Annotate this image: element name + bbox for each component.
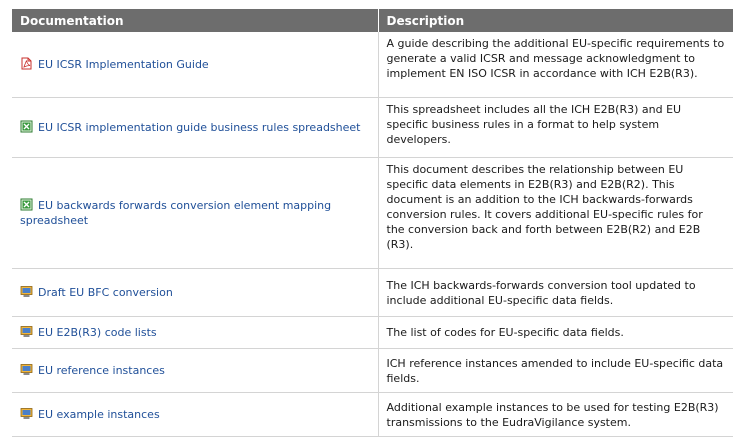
description-cell: A guide describing the additional EU-spe… <box>378 32 733 98</box>
description-line: document is an addition to the ICH backw… <box>387 192 733 207</box>
table-row: EU ICSR Implementation Guide A guide des… <box>12 32 733 98</box>
description-line: transmissions to the EudraVigilance syst… <box>387 415 733 430</box>
documentation-cell: EU E2B(R3) code lists <box>12 317 378 349</box>
documentation-cell: EU backwards forwards conversion element… <box>12 158 378 269</box>
description-line: ICH reference instances amended to inclu… <box>387 356 733 371</box>
doc-link-conversion-mapping-spreadsheet[interactable]: EU backwards forwards conversion element… <box>20 199 331 227</box>
documentation-cell: EU ICSR Implementation Guide <box>12 32 378 98</box>
table-row: EU backwards forwards conversion element… <box>12 158 733 269</box>
description-cell: The ICH backwards-forwards conversion to… <box>378 269 733 317</box>
table-row: Draft EU BFC conversion The ICH backward… <box>12 269 733 317</box>
table-row: EU E2B(R3) code lists The list of codes … <box>12 317 733 349</box>
doc-link-eu-icsr-implementation-guide[interactable]: EU ICSR Implementation Guide <box>38 58 209 71</box>
excel-icon <box>20 120 33 133</box>
computer-icon <box>20 363 33 376</box>
description-line: specific business rules in a format to h… <box>387 117 733 132</box>
doc-link-eu-example-instances[interactable]: EU example instances <box>38 408 160 421</box>
description-line: A guide describing the additional EU-spe… <box>387 36 733 51</box>
description-line: (R3). <box>387 237 733 252</box>
documentation-table: Documentation Description EU ICSR Implem… <box>12 9 733 437</box>
documentation-cell: EU example instances <box>12 393 378 437</box>
doc-link-eu-e2b-code-lists[interactable]: EU E2B(R3) code lists <box>38 326 157 339</box>
pdf-icon <box>20 57 33 70</box>
computer-icon <box>20 285 33 298</box>
description-cell: This document describes the relationship… <box>378 158 733 269</box>
description-cell: Additional example instances to be used … <box>378 393 733 437</box>
description-line: generate a valid ICSR and message acknow… <box>387 51 733 66</box>
description-line: conversion rules. It covers additional E… <box>387 207 733 222</box>
excel-icon <box>20 198 33 211</box>
table-row: EU example instances Additional example … <box>12 393 733 437</box>
description-line: include additional EU-specific data fiel… <box>387 293 733 308</box>
description-line: The list of codes for EU-specific data f… <box>387 325 733 340</box>
computer-icon <box>20 325 33 338</box>
description-line: specific data elements in E2B(R3) and E2… <box>387 177 733 192</box>
description-line: developers. <box>387 132 733 147</box>
description-line: The ICH backwards-forwards conversion to… <box>387 278 733 293</box>
description-line: implement EN ISO ICSR in accordance with… <box>387 66 733 81</box>
description-column-header: Description <box>378 9 733 32</box>
doc-link-eu-reference-instances[interactable]: EU reference instances <box>38 364 165 377</box>
description-cell: The list of codes for EU-specific data f… <box>378 317 733 349</box>
doc-link-business-rules-spreadsheet[interactable]: EU ICSR implementation guide business ru… <box>38 121 360 134</box>
documentation-cell: EU reference instances <box>12 349 378 393</box>
description-line: fields. <box>387 371 733 386</box>
computer-icon <box>20 407 33 420</box>
description-line: Additional example instances to be used … <box>387 400 733 415</box>
table-header-row: Documentation Description <box>12 9 733 32</box>
description-cell: ICH reference instances amended to inclu… <box>378 349 733 393</box>
documentation-cell: EU ICSR implementation guide business ru… <box>12 98 378 158</box>
documentation-column-header: Documentation <box>12 9 378 32</box>
documentation-cell: Draft EU BFC conversion <box>12 269 378 317</box>
description-line: the conversion back and forth between E2… <box>387 222 733 237</box>
table-row: EU reference instances ICH reference ins… <box>12 349 733 393</box>
doc-link-draft-eu-bfc-conversion[interactable]: Draft EU BFC conversion <box>38 286 173 299</box>
table-row: EU ICSR implementation guide business ru… <box>12 98 733 158</box>
description-line: This spreadsheet includes all the ICH E2… <box>387 102 733 117</box>
description-line: This document describes the relationship… <box>387 162 733 177</box>
description-cell: This spreadsheet includes all the ICH E2… <box>378 98 733 158</box>
